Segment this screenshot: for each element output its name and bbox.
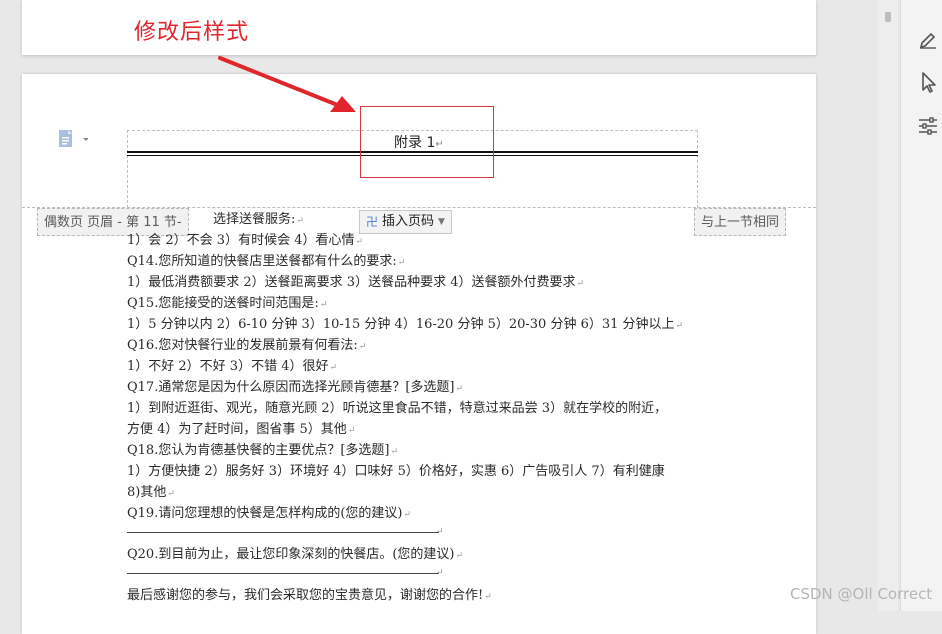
paragraph-mark: ↵ xyxy=(455,551,464,561)
blank-underline[interactable] xyxy=(127,573,439,574)
text-line: 方便 4）为了赶时间，图省事 5）其他↵ xyxy=(127,422,356,437)
paragraph-mark: ↵ xyxy=(403,510,412,520)
highlight-box xyxy=(360,106,494,178)
text-line: 1）会 2）不会 3）有时候会 4）看心情↵ xyxy=(127,233,364,248)
text-line: 选择送餐服务:↵ xyxy=(213,212,304,227)
paragraph-mark: ↵ xyxy=(436,568,444,578)
paragraph-mark: ↵ xyxy=(436,527,444,537)
paragraph-mark: ↵ xyxy=(576,279,585,289)
scroll-thumb[interactable] xyxy=(885,12,891,22)
paragraph-mark: ↵ xyxy=(455,384,464,394)
text-line: 1）到附近逛街、观光，随意光顾 2）听说这里食品不错，特意过来品尝 3）就在学校… xyxy=(127,401,668,416)
paragraph-mark: ↵ xyxy=(675,321,684,331)
text-line: 最后感谢您的参与，我们会采取您的宝贵意见，谢谢您的合作!↵ xyxy=(127,588,492,603)
text-line: Q20.到目前为止，最让您印象深刻的快餐店。(您的建议)↵ xyxy=(127,547,464,562)
paragraph-mark: ↵ xyxy=(347,426,356,436)
text-line: Q14.您所知道的快餐店里送餐都有什么的要求:↵ xyxy=(127,254,406,269)
blank-underline[interactable] xyxy=(127,532,439,533)
text-line: Q15.您能接受的送餐时间范围是:↵ xyxy=(127,296,328,311)
annotation-label: 修改后样式 xyxy=(134,20,250,45)
sliders-icon[interactable] xyxy=(916,114,940,138)
insert-page-number-label: 插入页码 xyxy=(382,214,435,229)
paragraph-mark: ↵ xyxy=(397,258,406,268)
page-number-icon: 卍 xyxy=(366,215,379,229)
text-line: Q19.请问您理想的快餐是怎样构成的(您的建议)↵ xyxy=(127,506,412,521)
chevron-down-icon: ▼ xyxy=(438,217,445,227)
text-line: 1）最低消费额要求 2）送餐距离要求 3）送餐品种要求 4）送餐额外付费要求↵ xyxy=(127,275,585,290)
insert-page-number-button[interactable]: 卍 插入页码 ▼ xyxy=(359,210,452,234)
text-line: 1）不好 2）不好 3）不错 4）很好↵ xyxy=(127,359,338,374)
paragraph-mark: ↵ xyxy=(484,592,492,602)
watermark: CSDN @Oll Correct xyxy=(790,585,933,603)
vertical-scrollbar[interactable] xyxy=(878,0,898,611)
text-line: ↵ xyxy=(435,523,444,538)
same-as-previous-button[interactable]: 与上一节相同 xyxy=(694,208,787,236)
paragraph-mark: ↵ xyxy=(358,342,367,352)
text-line: Q16.您对快餐行业的发展前景有何看法:↵ xyxy=(127,338,367,353)
paragraph-mark: ↵ xyxy=(329,363,338,373)
paragraph-mark: ↵ xyxy=(319,300,328,310)
pen-icon[interactable] xyxy=(916,26,940,50)
text-line: 1）方便快捷 2）服务好 3）环境好 4）口味好 5）价格好，实惠 6）广告吸引… xyxy=(127,464,665,479)
paragraph-mark: ↵ xyxy=(167,489,175,499)
text-line: Q17.通常您是因为什么原因而选择光顾肯德基？[多选题]↵ xyxy=(127,380,464,395)
paragraph-mark: ↵ xyxy=(296,216,304,226)
cursor-icon[interactable] xyxy=(916,70,940,94)
text-line: 1）5 分钟以内 2）6-10 分钟 3）10-15 分钟 4）16-20 分钟… xyxy=(127,317,684,332)
text-line: ↵ xyxy=(435,564,444,579)
paragraph-mark: ↵ xyxy=(355,237,364,247)
text-line: 8)其他↵ xyxy=(127,485,175,500)
document-options-icon[interactable] xyxy=(58,129,88,149)
text-line: Q18.您认为肯德基快餐的主要优点？[多选题]↵ xyxy=(127,443,399,458)
paragraph-mark: ↵ xyxy=(390,447,399,457)
